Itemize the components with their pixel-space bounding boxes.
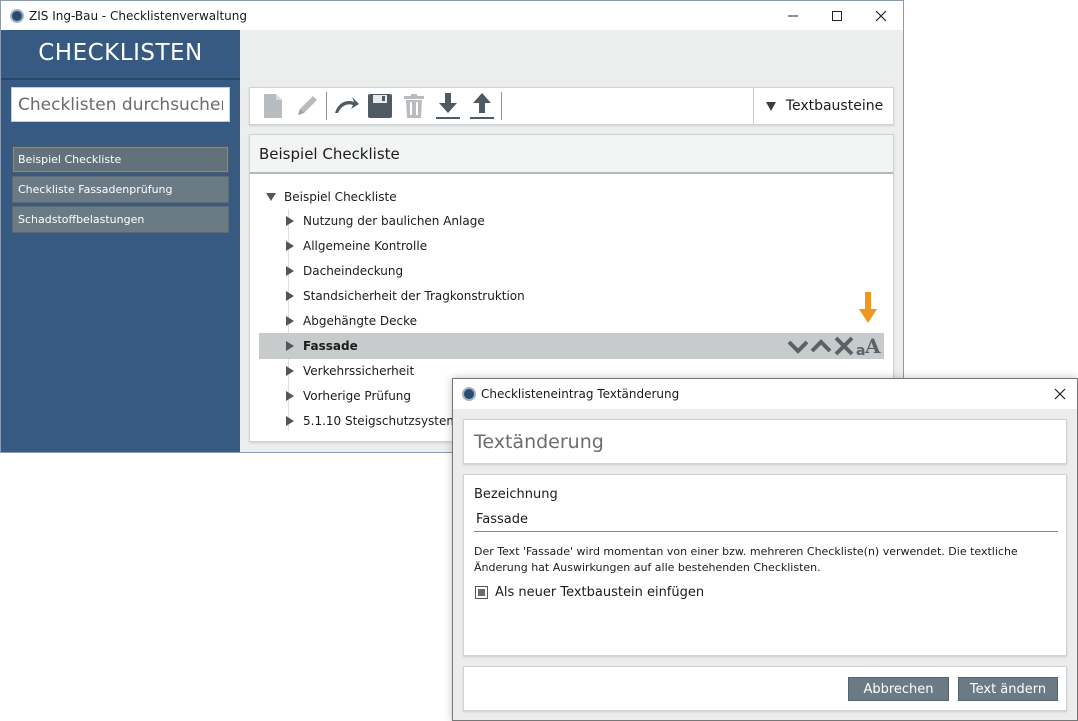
- triangle-right-icon[interactable]: [286, 265, 294, 276]
- text-change-dialog: Checklisteneintrag Textänderung Textände…: [452, 378, 1078, 721]
- tree-root-label: Beispiel Checkliste: [284, 190, 397, 204]
- bezeichnung-label: Bezeichnung: [474, 487, 558, 502]
- dialog-footer: Abbrechen Text ändern: [463, 666, 1067, 711]
- sidebar-item-label: Checkliste Fassadenprüfung: [18, 183, 173, 196]
- triangle-right-icon[interactable]: [286, 290, 294, 301]
- sidebar-divider: [1, 78, 240, 80]
- trash-icon[interactable]: [397, 91, 431, 121]
- move-up-icon[interactable]: [810, 336, 832, 359]
- edit-pencil-icon[interactable]: [290, 91, 324, 121]
- change-text-button[interactable]: Text ändern: [958, 677, 1058, 701]
- tree-item[interactable]: Nutzung der baulichen Anlage: [250, 209, 893, 234]
- sidebar-item-beispiel-checkliste[interactable]: Beispiel Checkliste: [12, 146, 229, 173]
- app-icon: [462, 387, 476, 401]
- tree-item-label: 5.1.10 Steigschutzsystem: [303, 413, 459, 428]
- triangle-right-icon[interactable]: [286, 216, 294, 227]
- app-icon: [10, 8, 24, 23]
- tree-root[interactable]: Beispiel Checkliste: [250, 185, 893, 209]
- minimize-icon[interactable]: [771, 1, 815, 30]
- toolbar-separator: [326, 92, 327, 120]
- close-icon[interactable]: [859, 1, 903, 30]
- tree-item-label: Vorherige Prüfung: [303, 389, 412, 404]
- toolbar-separator: [501, 92, 502, 120]
- tree-item-label: Nutzung der baulichen Anlage: [303, 214, 485, 229]
- search-input[interactable]: [11, 87, 230, 122]
- main-window-title: ZIS Ing-Bau - Checklistenverwaltung: [29, 8, 247, 23]
- tree-item[interactable]: Abgehängte Decke: [250, 308, 893, 333]
- dialog-header: Textänderung: [463, 419, 1067, 464]
- textbaustein-checkbox[interactable]: [475, 586, 488, 599]
- bezeichnung-input[interactable]: [474, 508, 1058, 532]
- triangle-right-icon[interactable]: [286, 391, 294, 402]
- upload-icon[interactable]: [465, 91, 499, 121]
- panel-title: Beispiel Checkliste: [250, 135, 893, 174]
- sidebar-item-schadstoffbelastungen[interactable]: Schadstoffbelastungen: [12, 206, 229, 233]
- checkbox-label: Als neuer Textbaustein einfügen: [495, 585, 705, 600]
- close-icon[interactable]: [1043, 379, 1077, 409]
- toolbar-separator: [753, 88, 754, 124]
- text-change-icon[interactable]: a A: [856, 334, 882, 360]
- main-titlebar: ZIS Ing-Bau - Checklistenverwaltung: [1, 1, 903, 30]
- toolbar: Textbausteine: [249, 87, 894, 125]
- sidebar-item-checkliste-fassadenpruefung[interactable]: Checkliste Fassadenprüfung: [12, 176, 229, 203]
- window-controls: [771, 1, 903, 30]
- tree-item-label: Abgehängte Decke: [303, 313, 418, 328]
- textbausteine-label: Textbausteine: [785, 98, 884, 114]
- svg-text:A: A: [864, 335, 881, 357]
- dialog-body: Bezeichnung Der Text 'Fassade' wird mome…: [463, 474, 1067, 656]
- download-icon[interactable]: [431, 91, 465, 121]
- textbausteine-button[interactable]: Textbausteine: [755, 88, 894, 124]
- tree-item-selected[interactable]: Fassade a A: [259, 332, 884, 360]
- triangle-right-icon[interactable]: [286, 415, 294, 426]
- dialog-titlebar: Checklisteneintrag Textänderung: [453, 379, 1077, 409]
- tree-item[interactable]: Dacheindeckung: [250, 259, 893, 284]
- triangle-right-icon[interactable]: [286, 340, 294, 351]
- sidebar-title: CHECKLISTEN: [38, 40, 203, 66]
- sidebar: CHECKLISTEN Beispiel Checkliste Checklis…: [1, 30, 240, 452]
- save-icon[interactable]: [363, 91, 397, 121]
- checklist-list: Beispiel Checkliste Checkliste Fassadenp…: [12, 146, 229, 236]
- new-document-icon[interactable]: [256, 91, 290, 121]
- tree-item-label: Dacheindeckung: [303, 263, 404, 278]
- tree-item[interactable]: Standsicherheit der Tragkonstruktion: [250, 283, 893, 308]
- sidebar-item-label: Schadstoffbelastungen: [18, 213, 145, 226]
- triangle-down-icon: [765, 101, 776, 111]
- tree-item-label: Verkehrssicherheit: [303, 364, 415, 379]
- tree-item-label: Allgemeine Kontrolle: [303, 239, 428, 254]
- tree-item-label: Standsicherheit der Tragkonstruktion: [303, 288, 525, 303]
- undo-icon[interactable]: [329, 91, 363, 121]
- selected-item-actions: a A: [787, 334, 882, 360]
- triangle-down-icon[interactable]: [266, 193, 276, 201]
- dialog-title: Checklisteneintrag Textänderung: [481, 387, 680, 401]
- triangle-right-icon[interactable]: [286, 315, 294, 326]
- triangle-right-icon[interactable]: [286, 366, 294, 377]
- triangle-right-icon[interactable]: [286, 241, 294, 252]
- sidebar-item-label: Beispiel Checkliste: [18, 153, 122, 166]
- tree-item[interactable]: Allgemeine Kontrolle: [250, 234, 893, 259]
- delete-icon[interactable]: [833, 336, 855, 359]
- toolbar-icons: [256, 91, 504, 121]
- hint-text: Der Text 'Fassade' wird momentan von ein…: [474, 545, 1018, 574]
- move-down-icon[interactable]: [787, 336, 809, 359]
- maximize-icon[interactable]: [815, 1, 859, 30]
- textbaustein-checkbox-row[interactable]: Als neuer Textbaustein einfügen: [475, 585, 704, 600]
- tree-item-label: Fassade: [303, 338, 358, 353]
- orange-arrow-down-icon: [859, 292, 877, 328]
- cancel-button[interactable]: Abbrechen: [848, 677, 949, 701]
